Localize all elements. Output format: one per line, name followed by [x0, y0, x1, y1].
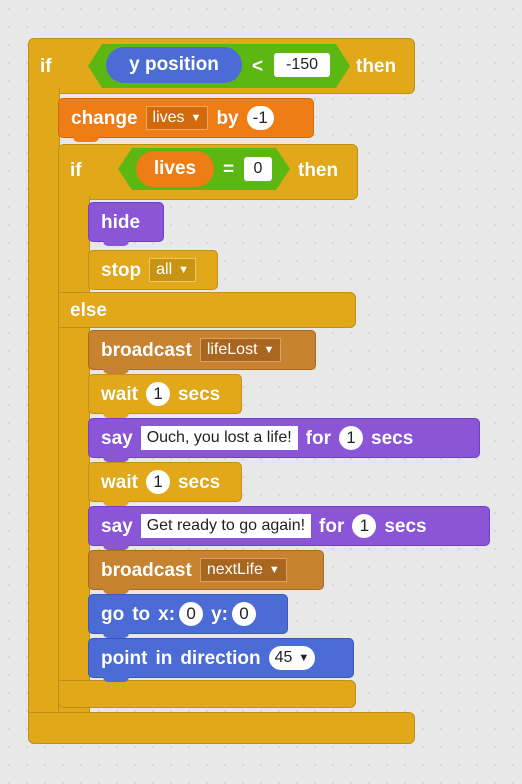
- hide-label: hide: [101, 211, 141, 233]
- in-label: in: [155, 647, 173, 669]
- say-text-field[interactable]: Ouch, you lost a life!: [140, 426, 298, 450]
- dropdown-arrow-icon: ▼: [178, 264, 190, 276]
- x-label: x:: [158, 603, 176, 625]
- stop-block[interactable]: stop all ▼: [88, 250, 218, 290]
- wait-block[interactable]: wait 1 secs: [88, 462, 242, 506]
- broadcast-block[interactable]: broadcast nextLife ▼: [88, 550, 324, 594]
- direction-value: 45: [274, 649, 293, 666]
- inner-if-label: if: [70, 160, 82, 181]
- else-label: else: [70, 300, 107, 321]
- change-variable-block[interactable]: change lives ▼ by -1: [58, 98, 314, 142]
- lives-reporter-label: lives: [153, 158, 197, 179]
- say-seconds-field[interactable]: 1: [352, 514, 377, 538]
- message-value: lifeLost: [206, 341, 258, 358]
- variable-dropdown[interactable]: lives ▼: [145, 106, 209, 130]
- outer-then-label: then: [356, 56, 397, 77]
- broadcast-block[interactable]: broadcast lifeLost ▼: [88, 330, 316, 374]
- to-label: to: [132, 603, 151, 625]
- outer-if-bottom-bar[interactable]: [28, 712, 415, 744]
- wait-seconds-field[interactable]: 1: [145, 382, 170, 406]
- less-than-symbol: <: [252, 56, 264, 77]
- dropdown-arrow-icon: ▼: [263, 344, 275, 356]
- secs-label: secs: [371, 427, 414, 449]
- stop-option-dropdown[interactable]: all ▼: [149, 258, 197, 282]
- inner-if-bottom-bar[interactable]: [58, 680, 356, 708]
- point-label: point: [101, 647, 148, 669]
- direction-label: direction: [180, 647, 261, 669]
- hide-block[interactable]: hide: [88, 202, 164, 246]
- message-dropdown[interactable]: lifeLost ▼: [199, 338, 282, 362]
- y-position-reporter[interactable]: y position: [106, 47, 242, 83]
- wait-label: wait: [101, 471, 138, 493]
- say-for-secs-block[interactable]: say Get ready to go again! for 1 secs: [88, 506, 490, 550]
- broadcast-label: broadcast: [101, 339, 192, 361]
- secs-label: secs: [177, 471, 221, 493]
- wait-label: wait: [101, 383, 138, 405]
- inner-then-label: then: [298, 160, 339, 181]
- for-label: for: [319, 515, 345, 537]
- y-value-field[interactable]: 0: [231, 602, 256, 626]
- by-label: by: [216, 107, 239, 129]
- stop-option-value: all: [156, 261, 173, 278]
- secs-label: secs: [177, 383, 221, 405]
- say-seconds-field[interactable]: 1: [339, 426, 363, 450]
- secs-label: secs: [384, 515, 427, 537]
- equals-symbol: =: [223, 159, 235, 180]
- say-label: say: [101, 515, 133, 537]
- dropdown-arrow-icon: ▼: [298, 652, 310, 664]
- direction-dropdown[interactable]: 45 ▼: [268, 646, 316, 670]
- go-to-xy-block[interactable]: go to x: 0 y: 0: [88, 594, 288, 638]
- message-value: nextLife: [206, 561, 263, 578]
- for-label: for: [305, 427, 331, 449]
- outer-if-label: if: [40, 56, 52, 77]
- say-text-field[interactable]: Get ready to go again!: [140, 514, 312, 538]
- say-label: say: [101, 427, 133, 449]
- inner-if-left-arm[interactable]: [58, 196, 90, 712]
- point-in-direction-block[interactable]: point in direction 45 ▼: [88, 638, 354, 682]
- change-label: change: [71, 107, 138, 129]
- lives-reporter[interactable]: lives: [136, 151, 214, 187]
- amount-field[interactable]: -1: [246, 106, 274, 130]
- y-label: y:: [211, 603, 228, 625]
- equals-value-field[interactable]: 0: [244, 157, 272, 181]
- stop-label: stop: [101, 259, 142, 281]
- dropdown-arrow-icon: ▼: [190, 112, 202, 124]
- say-for-secs-block[interactable]: say Ouch, you lost a life! for 1 secs: [88, 418, 480, 462]
- compare-value-field[interactable]: -150: [274, 53, 330, 77]
- x-value-field[interactable]: 0: [179, 602, 204, 626]
- outer-if-left-arm[interactable]: [28, 88, 60, 728]
- variable-dropdown-value: lives: [152, 109, 185, 126]
- go-label: go: [101, 603, 125, 625]
- wait-seconds-field[interactable]: 1: [145, 470, 170, 494]
- broadcast-label: broadcast: [101, 559, 192, 581]
- wait-block[interactable]: wait 1 secs: [88, 374, 242, 418]
- dropdown-arrow-icon: ▼: [268, 564, 280, 576]
- message-dropdown[interactable]: nextLife ▼: [199, 558, 287, 582]
- y-position-label: y position: [129, 54, 219, 75]
